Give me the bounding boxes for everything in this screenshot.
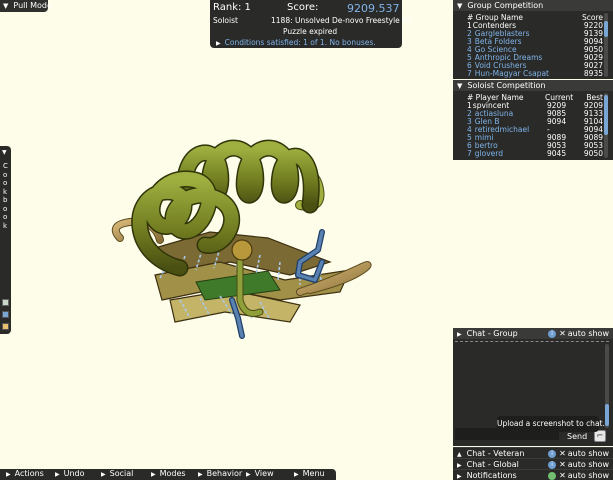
- chat-tab-chat-global[interactable]: ▶ Chat - Global i ✕ auto show: [453, 458, 613, 469]
- undo-button[interactable]: ▶ Undo: [55, 469, 85, 479]
- table-row[interactable]: 7 gloverd 9045 9050: [467, 150, 603, 158]
- send-button[interactable]: Send: [567, 432, 587, 441]
- triangle-down-icon: ▼: [3, 2, 9, 10]
- chat-divider: [455, 341, 609, 342]
- soloist-scroll-thumb[interactable]: [604, 95, 608, 135]
- behavior-button[interactable]: ▶ Behavior: [198, 469, 242, 479]
- auto-show-label[interactable]: auto show: [568, 329, 609, 338]
- chat-tab-notifications[interactable]: ▶ Notifications ✕ auto show: [453, 469, 613, 480]
- player-rank: 7: [467, 149, 472, 158]
- auto-show-label[interactable]: auto show: [568, 460, 609, 469]
- helix-lower: [131, 170, 241, 277]
- chat-tab-title: Notifications: [466, 471, 517, 480]
- hydrogen-bonds: [159, 247, 323, 321]
- social-label: Social: [109, 469, 134, 478]
- score-panel: Rank: 1 Score: 9209.537 Soloist 1188: Un…: [210, 0, 412, 48]
- screenshot-tooltip: Upload a screenshot to chat.: [497, 416, 605, 432]
- loops: [111, 165, 372, 317]
- triangle-right-icon: ▶: [101, 471, 106, 478]
- menu-button[interactable]: ▶ Menu: [294, 469, 325, 479]
- triangle-right-icon: ▶: [294, 471, 299, 478]
- social-button[interactable]: ▶ Social: [101, 469, 133, 479]
- bottom-menu-bar: ▶ Actions ▶ Undo ▶ Social ▶ Modes ▶ Behavior …: [0, 469, 336, 480]
- soloist-competition-panel: ▼ Soloist Competition # Player Name Curre…: [453, 80, 613, 160]
- undo-label: Undo: [63, 469, 85, 478]
- pull-mode-button[interactable]: ▼ Pull Mode: [0, 0, 52, 12]
- score-value: 9209.537: [347, 2, 400, 15]
- chat-tab-title: Chat - Global: [466, 460, 519, 469]
- sidechains: [229, 229, 325, 339]
- chat-tab-chat-veteran[interactable]: ▲ Chat - Veteran i ✕ auto show: [453, 447, 613, 458]
- triangle-down-icon: ▼: [457, 82, 463, 90]
- group-scrollbar[interactable]: [604, 13, 608, 77]
- conditions-row[interactable]: ▶ Conditions satisfied: 1 of 1. No bonuse…: [216, 38, 376, 47]
- cookbook-label: Cookbook: [3, 162, 8, 230]
- auto-show-label[interactable]: auto show: [568, 471, 609, 480]
- puzzle-title: 1188: Unsolved De-novo Freestyle 67: [271, 16, 412, 25]
- menu-label: Menu: [302, 469, 325, 478]
- table-row[interactable]: 7 Hun-Magyar Csapat 8935: [467, 70, 603, 78]
- triangle-down-icon: ▼: [2, 149, 7, 156]
- helix-upper: [176, 139, 320, 214]
- recipe-icon-2[interactable]: [2, 311, 9, 318]
- group-name: Hun-Magyar Csapat: [474, 69, 550, 78]
- view-label: View: [254, 469, 274, 478]
- close-icon[interactable]: ✕: [559, 470, 566, 480]
- triangle-right-icon: ▶: [216, 40, 221, 47]
- player-best: 9050: [583, 149, 603, 158]
- group-score: 8935: [583, 69, 603, 78]
- soloist-competition-title: Soloist Competition: [467, 81, 546, 90]
- actions-button[interactable]: ▶ Actions: [6, 469, 44, 479]
- chat-scrollbar[interactable]: [605, 344, 609, 428]
- chat-group-header[interactable]: ▶ Chat - Group i ✕ auto show: [453, 328, 613, 339]
- rank-label: Rank:: [213, 2, 242, 13]
- triangle-down-icon: ▼: [457, 2, 463, 10]
- pull-mode-label: Pull Mode: [13, 1, 52, 10]
- modes-button[interactable]: ▶ Modes: [151, 469, 186, 479]
- auto-show-label[interactable]: auto show: [568, 449, 609, 458]
- group-rank: 7: [467, 69, 472, 78]
- close-icon[interactable]: ✕: [559, 328, 566, 339]
- info-icon[interactable]: i: [548, 460, 557, 469]
- group-scroll-thumb[interactable]: [604, 21, 608, 37]
- cookbook-tab[interactable]: ▼ Cookbook: [0, 146, 11, 334]
- info-icon[interactable]: i: [548, 449, 557, 458]
- recipe-icon-3[interactable]: [2, 323, 9, 330]
- group-competition-title: Group Competition: [467, 1, 544, 10]
- triangle-right-icon: ▶: [151, 471, 156, 478]
- player-current: 9045: [547, 149, 567, 158]
- score-label: Score:: [287, 2, 319, 13]
- info-icon[interactable]: i: [548, 329, 557, 338]
- triangle-right-icon: ▶: [246, 471, 251, 478]
- beta-sheet: [146, 231, 352, 323]
- chat-group-title: Chat - Group: [466, 329, 518, 338]
- actions-label: Actions: [14, 469, 44, 478]
- player-name: gloverd: [474, 149, 503, 158]
- status-dot-icon: [548, 471, 557, 480]
- behavior-label: Behavior: [206, 469, 243, 478]
- triangle-right-icon: ▶: [6, 471, 11, 478]
- soloist-scrollbar[interactable]: [604, 93, 608, 158]
- mode-label: Soloist: [213, 16, 238, 25]
- group-competition-panel: ▼ Group Competition # Group Name Score 1C…: [453, 0, 613, 79]
- group-competition-header[interactable]: ▼ Group Competition: [453, 0, 613, 11]
- triangle-right-icon: ▶: [457, 331, 462, 338]
- soloist-competition-header[interactable]: ▼ Soloist Competition: [453, 80, 613, 91]
- recipe-icon-1[interactable]: [2, 299, 9, 306]
- view-button[interactable]: ▶ View: [246, 469, 274, 479]
- conditions-text: Conditions satisfied: 1 of 1. No bonuses…: [224, 38, 376, 47]
- chat-scroll-thumb[interactable]: [605, 404, 609, 426]
- triangle-right-icon: ▶: [198, 471, 203, 478]
- triangle-right-icon: ▶: [457, 473, 462, 480]
- modes-label: Modes: [159, 469, 186, 478]
- puzzle-status: Puzzle expired: [283, 27, 338, 36]
- chat-tab-title: Chat - Veteran: [466, 449, 525, 458]
- triangle-right-icon: ▶: [55, 471, 60, 478]
- rank-value: 1: [244, 2, 251, 13]
